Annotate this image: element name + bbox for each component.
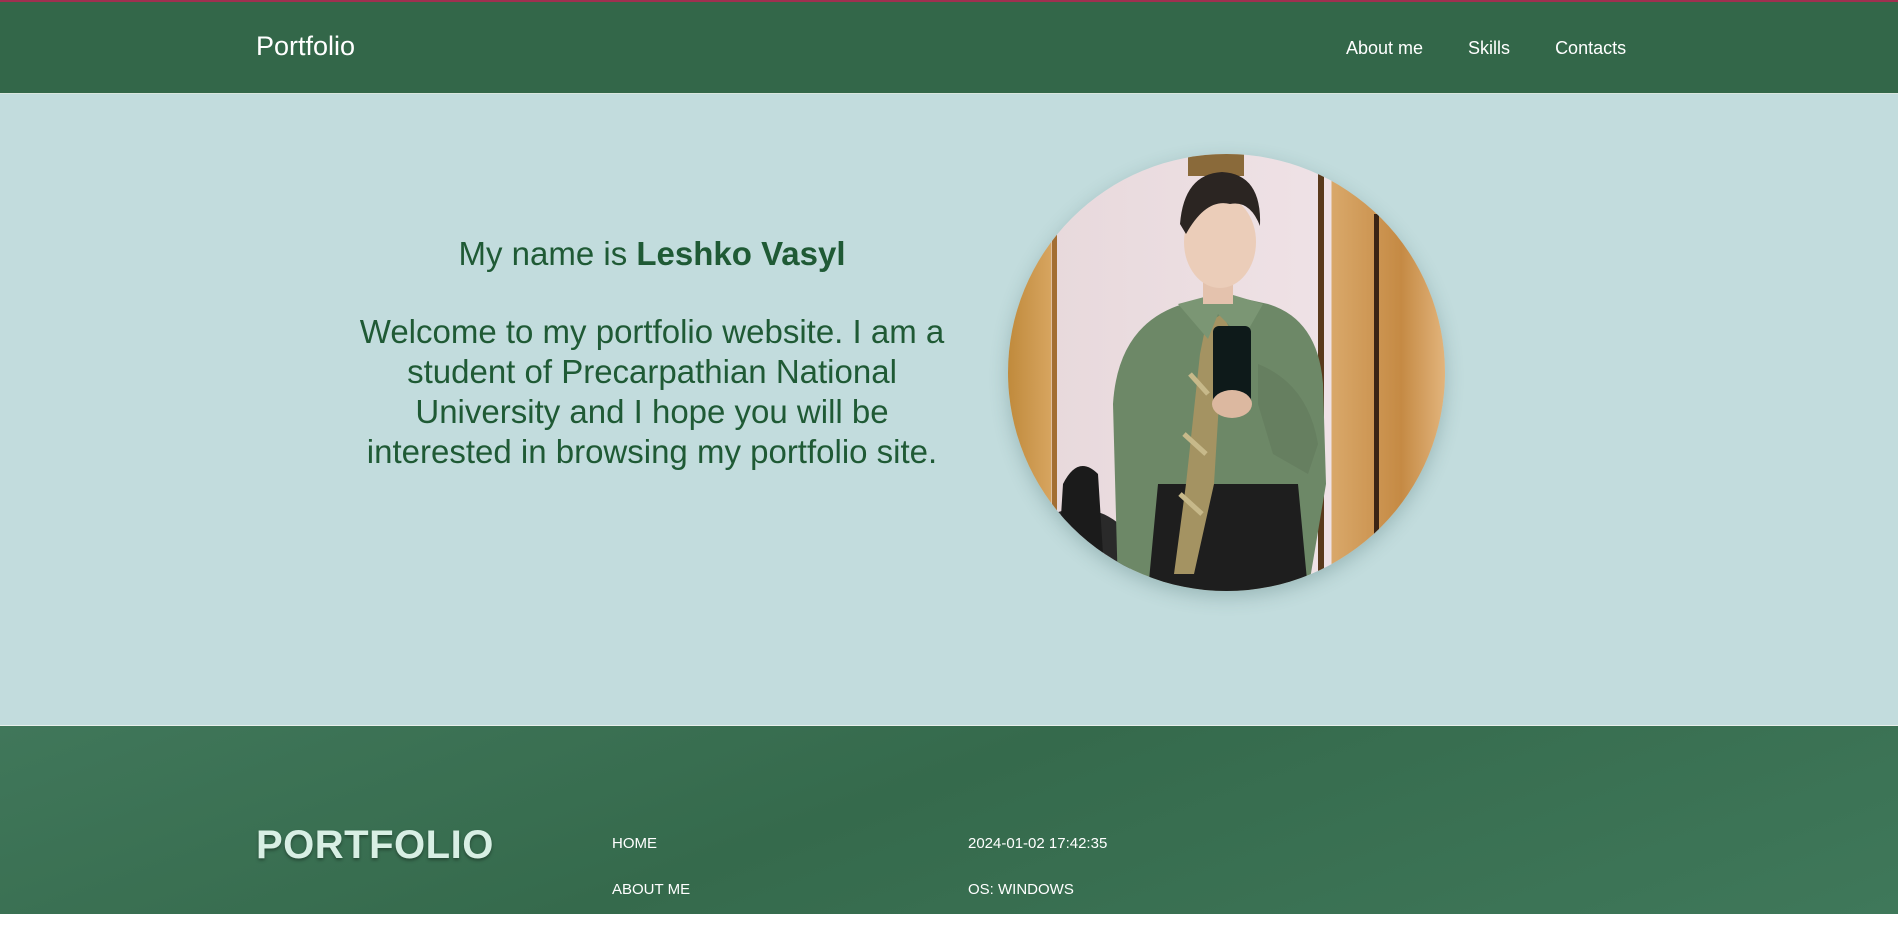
- site-footer: PORTFOLIO HOME ABOUT ME 2024-01-02 17:42…: [0, 725, 1898, 914]
- name-prefix: My name is: [458, 235, 637, 272]
- hero-section: My name is Leshko Vasyl Welcome to my po…: [0, 94, 1898, 725]
- intro-text: My name is Leshko Vasyl Welcome to my po…: [340, 234, 964, 472]
- footer-link-home[interactable]: HOME: [612, 835, 690, 881]
- profile-photo: [1008, 154, 1445, 591]
- footer-os: OS: WINDOWS: [968, 881, 1074, 898]
- profile-photo-illustration: [1023, 154, 1379, 591]
- nav-link-about-me[interactable]: About me: [1346, 38, 1423, 59]
- site-header: Portfolio About me Skills Contacts: [0, 2, 1898, 94]
- main-nav: About me Skills Contacts: [1346, 38, 1626, 59]
- welcome-paragraph: Welcome to my portfolio website. I am a …: [359, 313, 945, 470]
- footer-title: PORTFOLIO: [256, 823, 494, 867]
- footer-datetime: 2024-01-02 17:42:35: [968, 835, 1108, 852]
- footer-info: 2024-01-02 17:42:35 OS: WINDOWS: [968, 835, 1107, 927]
- nav-link-contacts[interactable]: Contacts: [1555, 38, 1626, 59]
- brand-logo[interactable]: Portfolio: [256, 31, 355, 62]
- footer-link-about-me[interactable]: ABOUT ME: [612, 881, 690, 927]
- nav-link-skills[interactable]: Skills: [1468, 38, 1510, 59]
- person-name: Leshko Vasyl: [636, 235, 846, 272]
- name-heading: My name is Leshko Vasyl: [340, 234, 964, 274]
- footer-links: HOME ABOUT ME: [612, 835, 690, 927]
